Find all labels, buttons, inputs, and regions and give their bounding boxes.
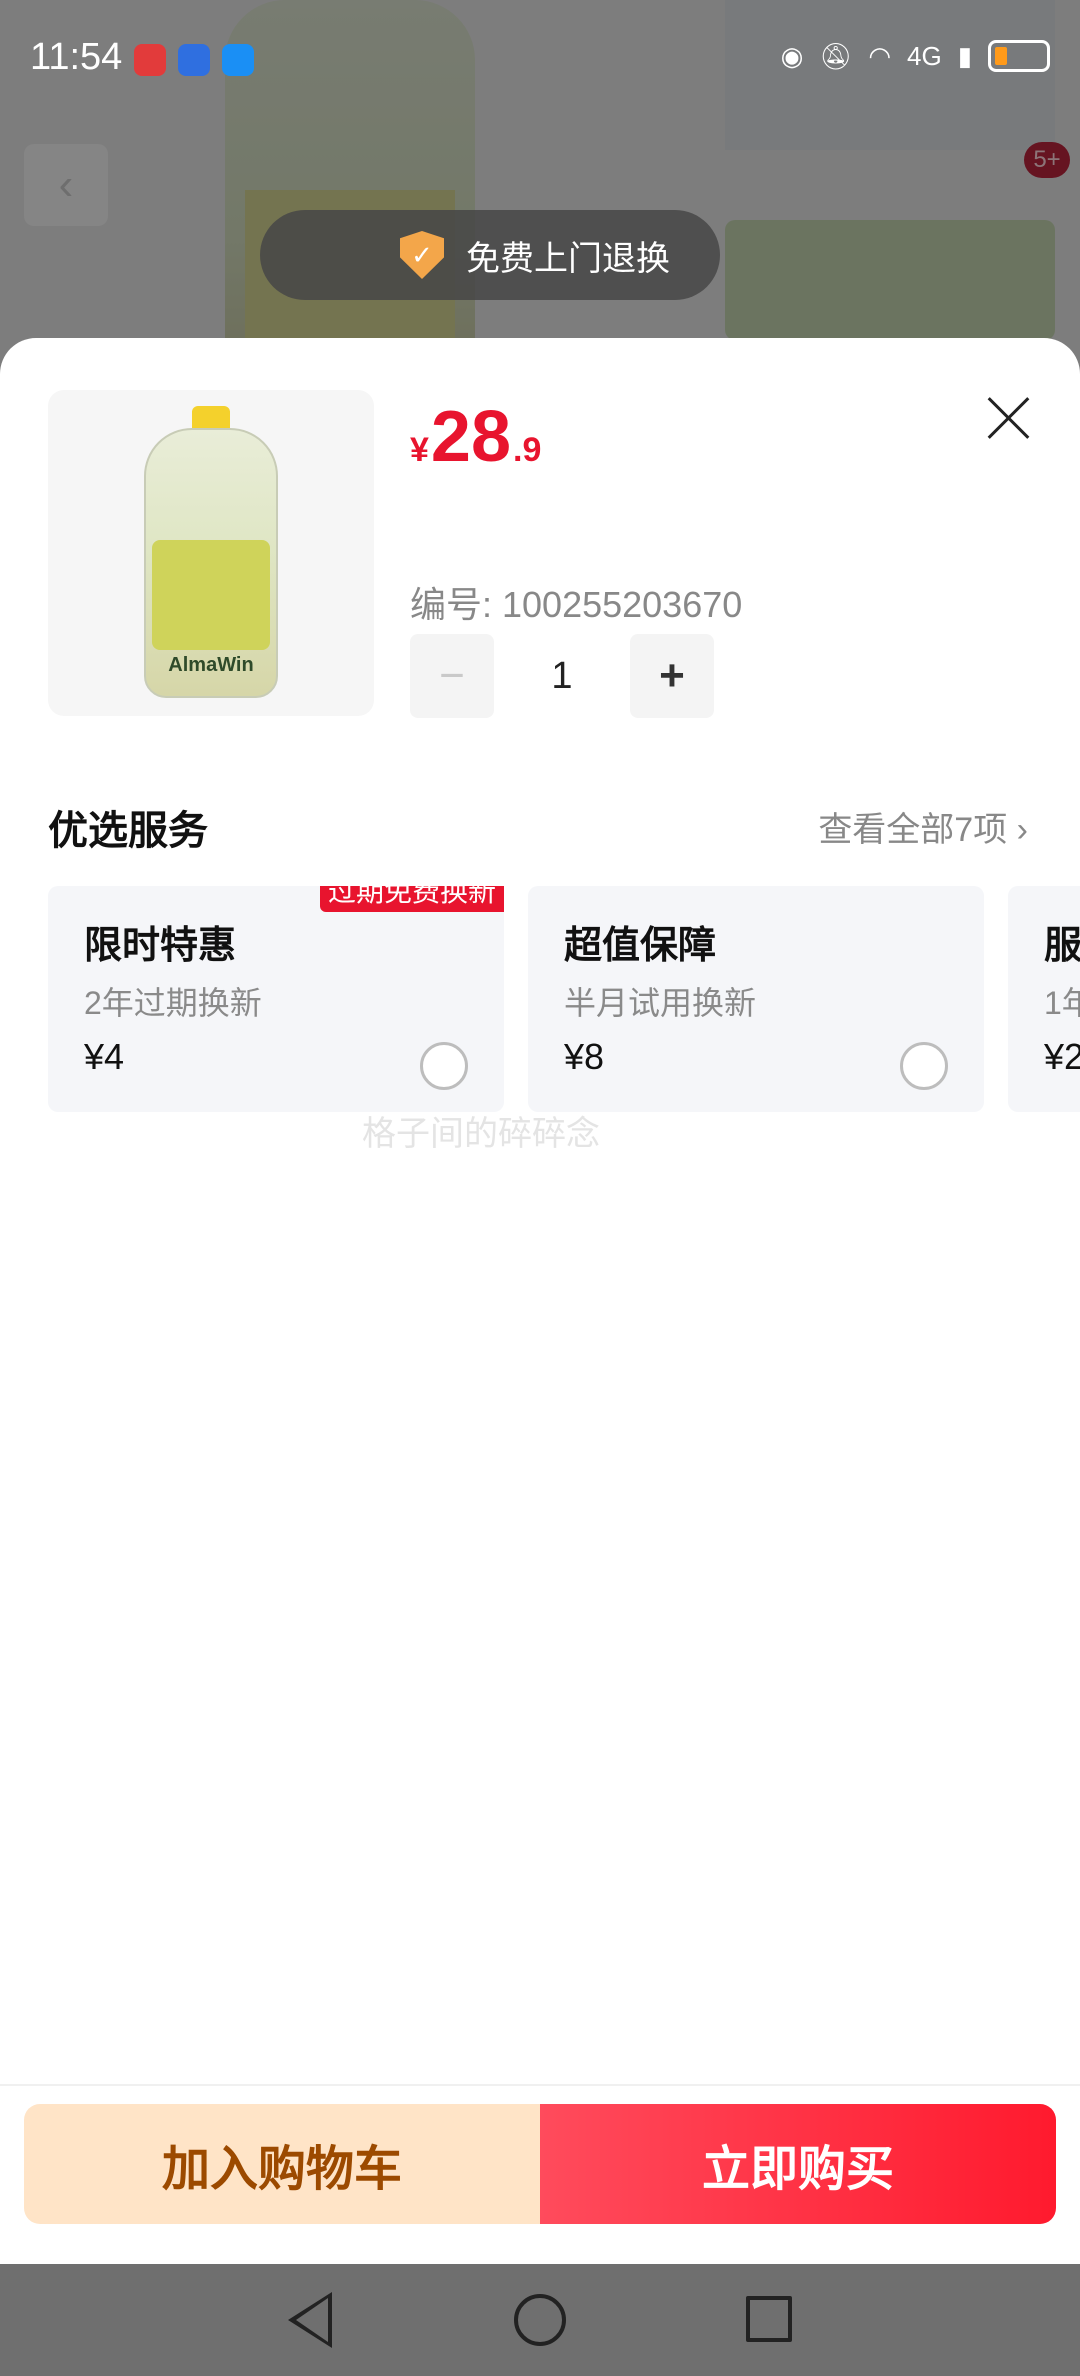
sku-selection-sheet: AlmaWin ¥ 28 .9 编号: 100255203670 − 1 + 优… bbox=[0, 338, 1080, 2263]
service-cards: 过期免费换新 限时特惠 2年过期换新 ¥4 超值保障 半月试用换新 ¥8 服 1… bbox=[48, 886, 1080, 1116]
services-section-title: 优选服务 bbox=[48, 809, 208, 853]
service-radio[interactable] bbox=[900, 1042, 948, 1090]
app-notification-icon bbox=[134, 44, 166, 76]
quantity-value[interactable]: 1 bbox=[494, 655, 630, 698]
decrease-quantity-button[interactable]: − bbox=[410, 634, 494, 718]
add-to-cart-button[interactable]: 加入购物车 bbox=[24, 2104, 540, 2224]
product-thumbnail[interactable]: AlmaWin bbox=[48, 390, 374, 716]
price-integer: 28 bbox=[430, 397, 512, 477]
service-card-title: 限时特惠 bbox=[84, 925, 237, 967]
status-indicators: ◉ 🔕︎ ◠ 4G ▮ bbox=[781, 40, 1050, 72]
network-type: 4G bbox=[907, 40, 942, 71]
service-radio[interactable] bbox=[420, 1042, 468, 1090]
close-icon[interactable] bbox=[980, 390, 1036, 446]
product-price: ¥ 28 .9 bbox=[410, 396, 541, 478]
service-card-title: 服 bbox=[1044, 925, 1080, 967]
service-card-desc: 2年过期换新 bbox=[84, 985, 262, 1021]
shield-check-icon: ✓ bbox=[400, 231, 444, 279]
return-service-text: 免费上门退换 bbox=[466, 239, 670, 278]
watermark-text: 格子间的碎碎念 bbox=[362, 1115, 600, 1153]
service-card-desc: 1年 bbox=[1044, 985, 1080, 1021]
service-card-price: ¥8 bbox=[564, 1036, 605, 1077]
status-time: 11:54 bbox=[30, 36, 123, 78]
service-card-tag: 过期免费换新 bbox=[319, 886, 504, 912]
app-notification-icon bbox=[178, 44, 210, 76]
price-currency: ¥ bbox=[410, 431, 429, 469]
mute-icon: 🔕︎ bbox=[819, 40, 853, 71]
service-card-title: 超值保障 bbox=[564, 925, 717, 967]
battery-icon bbox=[988, 40, 1050, 72]
view-all-services-link[interactable]: 查看全部7项 › bbox=[818, 802, 1028, 851]
service-card[interactable]: 服 1年 ¥2 bbox=[1008, 886, 1080, 1112]
product-sku: 编号: 100255203670 bbox=[410, 584, 743, 625]
service-card-price: ¥2 bbox=[1044, 1036, 1080, 1077]
wifi-icon: ◠ bbox=[868, 40, 891, 71]
service-card-desc: 半月试用换新 bbox=[564, 985, 757, 1021]
bottom-action-bar: 加入购物车 立即购买 bbox=[0, 2084, 1080, 2264]
message-notification-icon bbox=[222, 44, 254, 76]
nav-home-icon[interactable] bbox=[514, 2294, 566, 2346]
product-brand: AlmaWin bbox=[168, 654, 254, 676]
buy-now-button[interactable]: 立即购买 bbox=[540, 2104, 1056, 2224]
notification-icons bbox=[134, 44, 254, 76]
signal-icon: ▮ bbox=[957, 40, 972, 71]
eye-icon: ◉ bbox=[780, 40, 804, 71]
quantity-stepper: − 1 + bbox=[410, 634, 714, 718]
nav-back-icon-inner bbox=[296, 2298, 328, 2342]
service-card[interactable]: 超值保障 半月试用换新 ¥8 bbox=[528, 886, 984, 1112]
return-service-banner: ✓ 免费上门退换 bbox=[260, 210, 720, 300]
service-card[interactable]: 过期免费换新 限时特惠 2年过期换新 ¥4 bbox=[48, 886, 504, 1112]
product-label-image bbox=[152, 540, 270, 650]
increase-quantity-button[interactable]: + bbox=[630, 634, 714, 718]
service-card-price: ¥4 bbox=[84, 1036, 125, 1077]
price-decimal: .9 bbox=[513, 431, 542, 469]
system-navigation-bar bbox=[0, 2264, 1080, 2376]
status-bar: 11:54 ◉ 🔕︎ ◠ 4G ▮ bbox=[0, 0, 1080, 118]
nav-recent-apps-icon[interactable] bbox=[746, 2296, 792, 2342]
